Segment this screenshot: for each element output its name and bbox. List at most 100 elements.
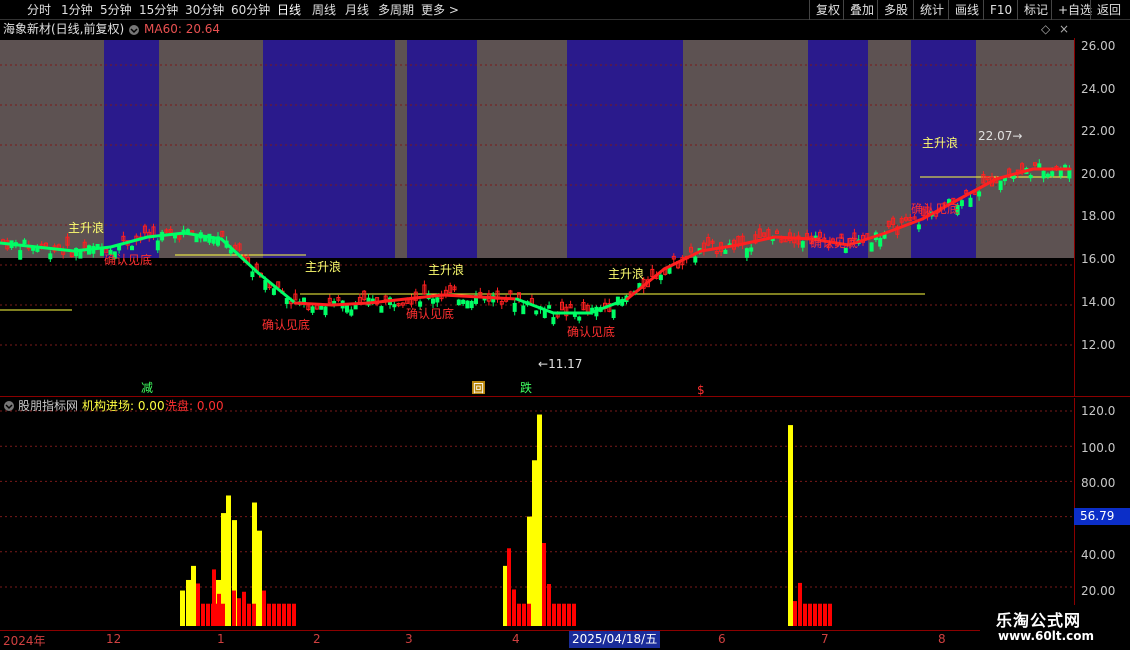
period-tab-multi[interactable]: 多周期 [378, 0, 414, 20]
inst-entry-bar [532, 460, 537, 626]
mark-button[interactable]: 标记 [1017, 0, 1054, 20]
indicator-current-value: 56.79 [1074, 508, 1130, 525]
price-chart[interactable]: 主升浪 主升浪 主升浪 主升浪 主升浪 确认见底 确认见底 确认见底 确认见底 … [0, 38, 1074, 396]
watermark-title: 乐淘公式网 [996, 611, 1082, 630]
candle-body [345, 304, 349, 313]
wash-bar [287, 603, 291, 626]
price-tick: 20.00 [1081, 167, 1116, 181]
multi-stock-button[interactable]: 多股 [877, 0, 914, 20]
candle-body [35, 248, 40, 252]
price-tick: 18.00 [1081, 209, 1116, 223]
indicator-toggle-icon[interactable] [128, 21, 140, 38]
price-tick: 22.00 [1081, 124, 1116, 138]
wash-bar [517, 603, 521, 626]
wash-bar [547, 584, 551, 626]
watermark-url: www.60lt.com [998, 629, 1095, 643]
candle-body [977, 191, 982, 197]
wash-bar [803, 603, 807, 626]
diamond-icon[interactable]: ◇ [1041, 21, 1050, 38]
inst-entry-bar [186, 579, 191, 626]
toolbar: 分时 1分钟 5分钟 15分钟 30分钟 60分钟 日线 周线 月线 多周期 更… [0, 0, 1130, 20]
candle-body [1067, 169, 1072, 179]
wash-bar [247, 603, 251, 626]
candle-body [155, 240, 160, 251]
wash-bar [567, 603, 571, 626]
back-button[interactable]: 返回 [1090, 0, 1127, 20]
candle-body [1041, 170, 1046, 179]
price-tick: 24.00 [1081, 82, 1116, 96]
overlay-button[interactable]: 叠加 [843, 0, 880, 20]
candle-body [1045, 173, 1050, 178]
candle-body [1050, 171, 1055, 177]
candle-body [379, 306, 384, 313]
stats-button[interactable]: 统计 [913, 0, 950, 20]
candle-body [418, 301, 423, 307]
wash-bar [212, 569, 216, 626]
candle-body [194, 235, 199, 243]
close-icon[interactable]: × [1059, 21, 1069, 38]
wash-bar [196, 583, 200, 626]
wash-bar [507, 548, 511, 626]
candle-body [48, 253, 53, 260]
inst-entry-bar [788, 425, 793, 626]
candle-body [611, 309, 616, 319]
main-wave-label: 主升浪 [428, 262, 464, 277]
wash-bar [292, 603, 296, 626]
candle-body [959, 200, 964, 207]
wash-bar [527, 603, 531, 626]
ma60-label: MA60: 20.64 [144, 22, 221, 36]
date-label: 8 [938, 632, 946, 646]
confirm-bottom-label: 确认见底 [567, 324, 615, 339]
confirm-bottom-label: 确认见底 [810, 235, 858, 250]
period-tab-15min[interactable]: 15分钟 [139, 0, 178, 20]
wash-bar [557, 603, 561, 626]
candle-body [431, 298, 435, 304]
low-price-label: ←11.17 [538, 357, 582, 371]
period-tab-weekly[interactable]: 周线 [312, 0, 336, 20]
draw-line-button[interactable]: 画线 [948, 0, 985, 20]
wash-bar [277, 603, 281, 626]
ma60-segment [478, 295, 519, 301]
wash-bar [242, 591, 246, 626]
candle-body [22, 239, 27, 245]
period-tab-1min[interactable]: 1分钟 [61, 0, 93, 20]
date-label: 6 [718, 632, 726, 646]
wash-bar [808, 603, 812, 626]
candle-body [435, 297, 440, 303]
candle-body [551, 317, 556, 325]
candle-body [211, 239, 216, 244]
period-tab-fenshi[interactable]: 分时 [27, 0, 51, 20]
wash-bar [217, 593, 221, 626]
period-tab-30min[interactable]: 30分钟 [185, 0, 224, 20]
ma60-segment [441, 293, 482, 299]
fuquan-button[interactable]: 复权 [809, 0, 846, 20]
stock-title[interactable]: 海象新材(日线,前复权) [3, 21, 124, 38]
candle-body [456, 299, 461, 306]
candle-body [658, 274, 663, 281]
wash-bar [813, 603, 817, 626]
candle-body [310, 306, 315, 313]
indicator-chart[interactable] [0, 398, 1074, 630]
back-mark: 回 [473, 382, 484, 395]
candle-body [878, 238, 883, 247]
f10-button[interactable]: F10 [983, 0, 1018, 20]
wash-bar [206, 603, 210, 626]
period-tab-monthly[interactable]: 月线 [345, 0, 369, 20]
period-tab-daily[interactable]: 日线 [277, 0, 301, 20]
candle-body [547, 305, 552, 309]
wash-bar [201, 603, 205, 626]
candle-body [577, 316, 582, 321]
ma60-segment [330, 301, 371, 307]
watermark: 乐淘公式网 www.60lt.com [980, 605, 1130, 650]
wash-bar [272, 603, 276, 626]
wash-bar [798, 582, 802, 626]
more-menu-button[interactable]: 更多 > [421, 0, 459, 20]
ma60-segment [293, 301, 334, 307]
date-label: 7 [821, 632, 829, 646]
candle-body [749, 247, 754, 252]
period-tab-60min[interactable]: 60分钟 [231, 0, 270, 20]
candle-body [916, 224, 921, 230]
period-tab-5min[interactable]: 5分钟 [100, 0, 132, 20]
wash-bar [262, 590, 266, 626]
price-tick: 12.00 [1081, 338, 1116, 352]
